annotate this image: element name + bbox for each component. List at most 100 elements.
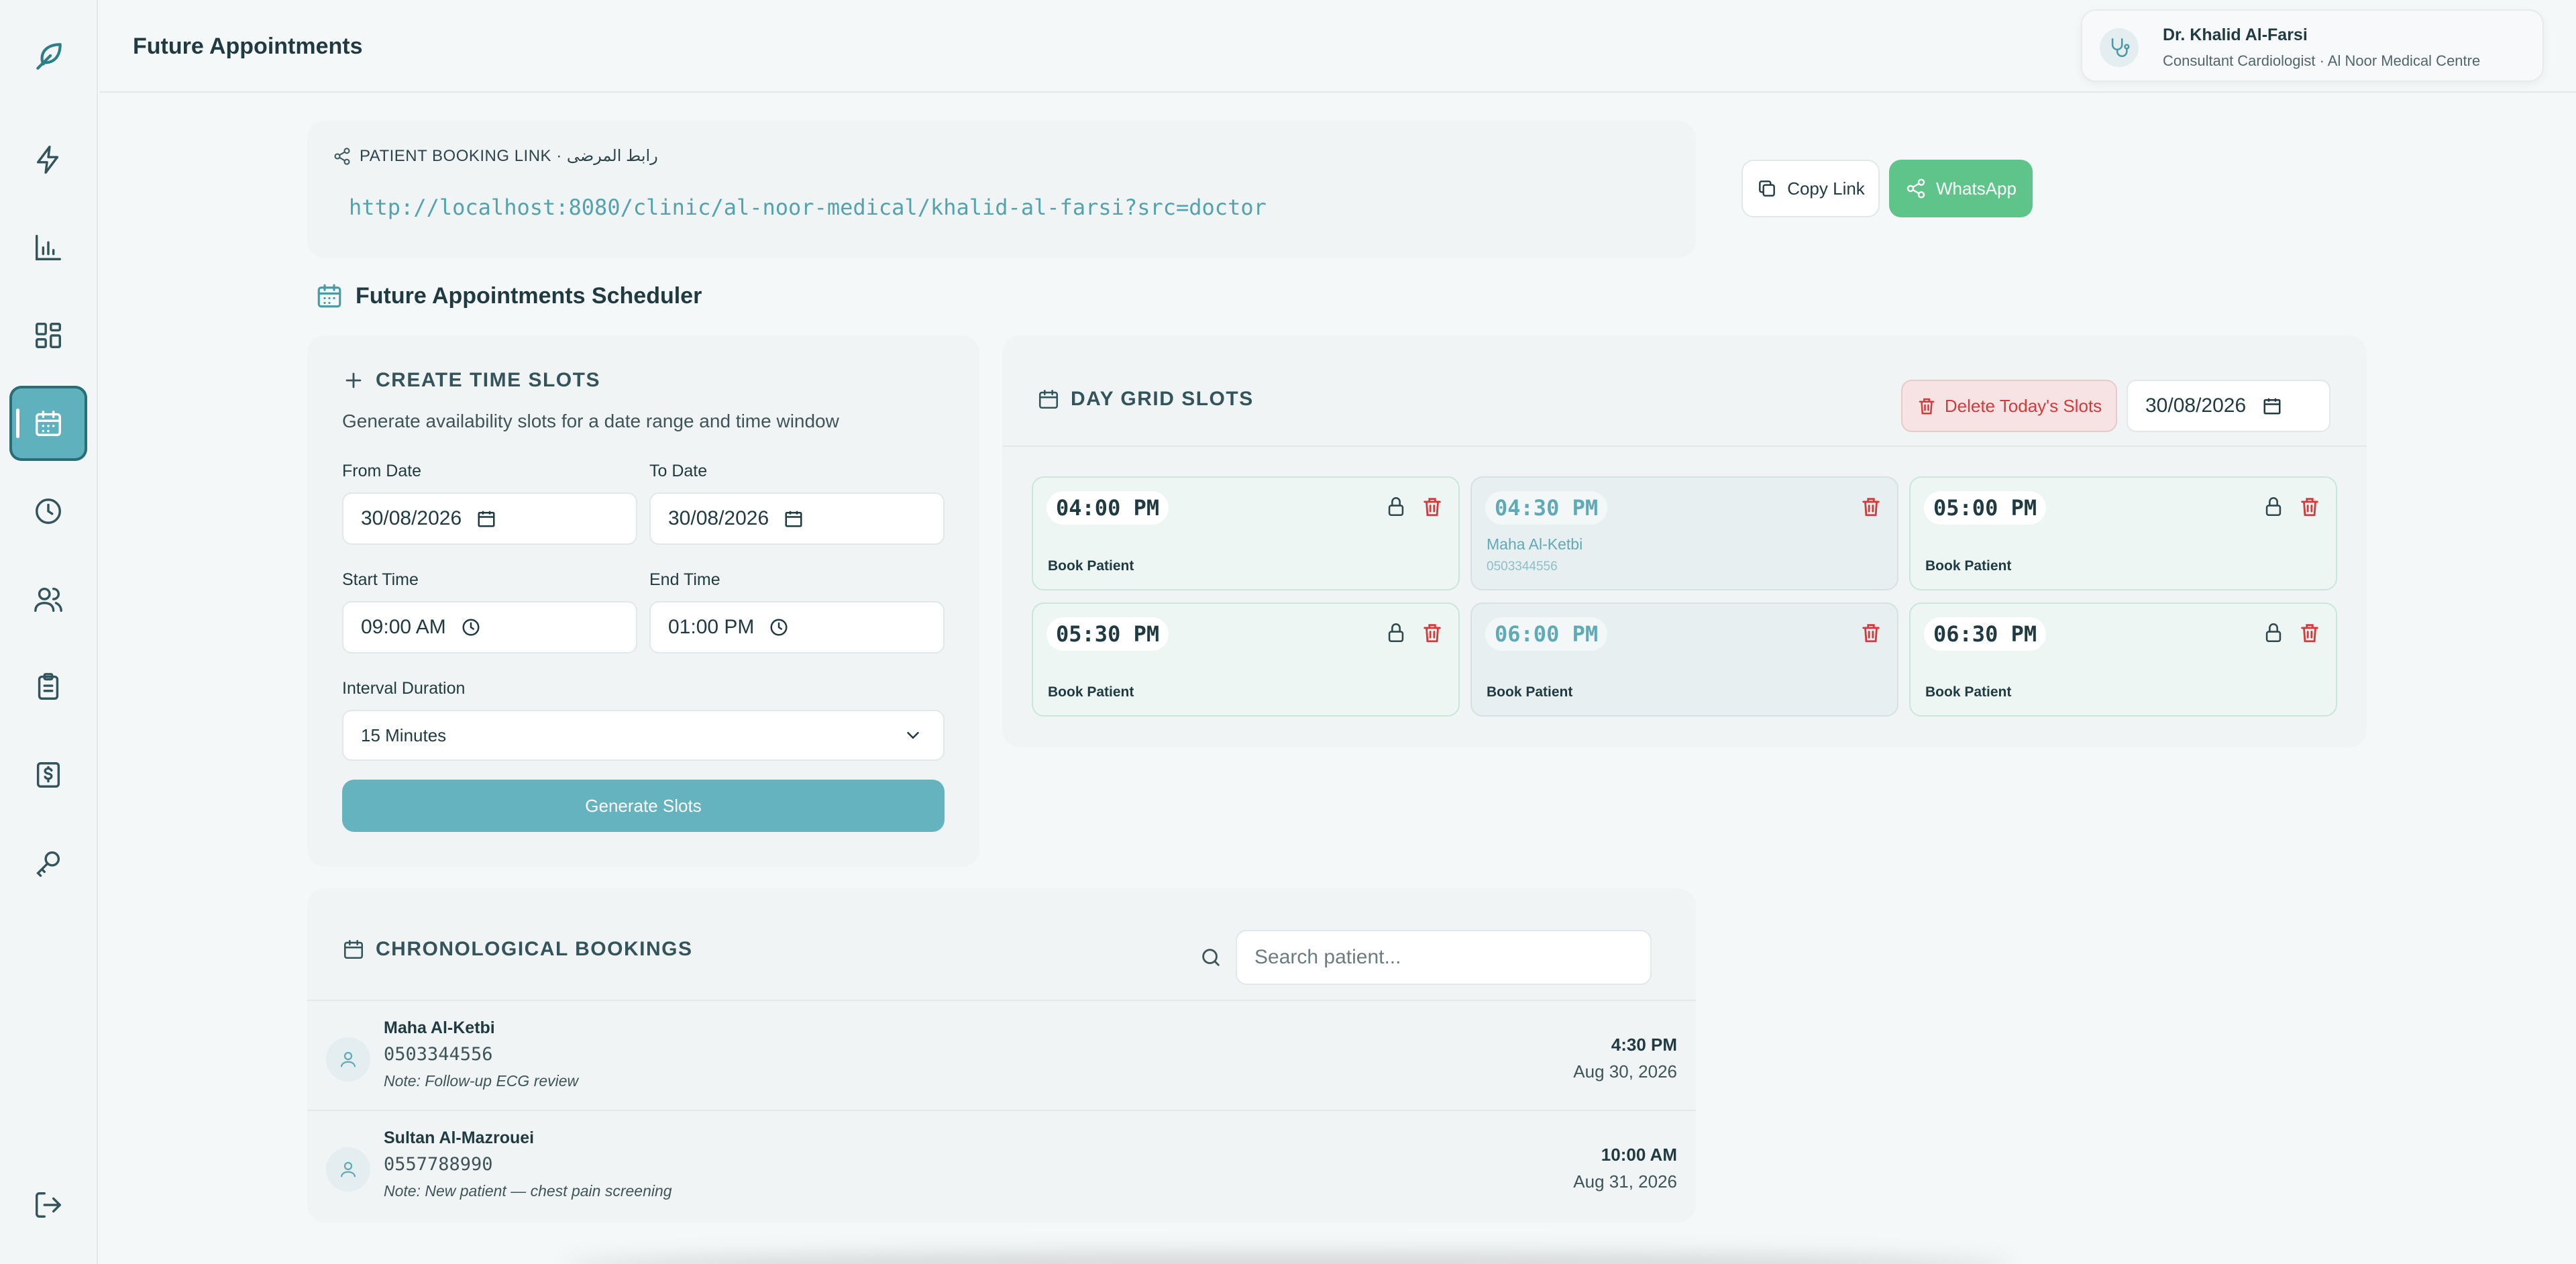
booking-patient-phone: 0557788990 (384, 1154, 493, 1175)
doctor-profile-card[interactable]: Dr. Khalid Al-Farsi Consultant Cardiolog… (2081, 9, 2544, 82)
sidebar (0, 0, 98, 1264)
calendar-icon[interactable] (784, 509, 804, 529)
sidebar-item-dashboard[interactable] (9, 298, 87, 373)
booking-row[interactable]: Maha Al-Ketbi 0503344556 Note: Follow-up… (307, 1001, 1696, 1110)
sidebar-item-patients[interactable] (9, 562, 87, 637)
slot-card[interactable]: 05:30 PM Book Patient (1032, 602, 1460, 717)
divider (1002, 445, 2367, 447)
trash-icon[interactable] (2298, 495, 2321, 518)
create-slots-title: CREATE TIME SLOTS (376, 369, 600, 391)
interval-select[interactable]: 15 Minutes (342, 710, 945, 761)
sidebar-item-appointments[interactable] (9, 386, 87, 461)
slot-patient-phone: 0503344556 (1487, 560, 1558, 574)
trash-icon[interactable] (1421, 621, 1444, 644)
bookings-title: CHRONOLOGICAL BOOKINGS (376, 938, 693, 960)
top-bar: Future Appointments Dr. Khalid Al-Farsi … (99, 0, 2576, 93)
book-patient-link[interactable]: Book Patient (1925, 684, 2011, 700)
bolt-icon (36, 146, 59, 174)
lock-icon[interactable] (1385, 495, 1407, 518)
start-time-value: 09:00 AM (361, 616, 446, 638)
trash-icon[interactable] (2298, 621, 2321, 644)
grid-icon (36, 323, 61, 348)
sidebar-item-billing[interactable] (9, 737, 87, 812)
slot-card-faded[interactable]: 06:00 PM Book Patient (1470, 602, 1898, 717)
end-time-input[interactable]: 01:00 PM (649, 601, 945, 653)
start-time-input[interactable]: 09:00 AM (342, 601, 637, 653)
booking-time: 4:30 PM (1611, 1035, 1677, 1055)
booking-link-label: PATIENT BOOKING LINK · رابط المرضى (360, 147, 658, 165)
day-grid-date-input[interactable]: 30/08/2026 (2127, 380, 2330, 432)
search-patient-input[interactable]: Search patient... (1236, 930, 1652, 985)
booking-row[interactable]: Sultan Al-Mazrouei 0557788990 Note: New … (307, 1111, 1696, 1220)
delete-label: Delete Today's Slots (1944, 395, 2102, 416)
book-patient-link[interactable]: Book Patient (1048, 558, 1134, 574)
sidebar-item-activity[interactable] (9, 122, 87, 197)
to-date-input[interactable]: 30/08/2026 (649, 492, 945, 545)
booking-date: Aug 31, 2026 (1573, 1171, 1677, 1192)
bottom-shadow (564, 1253, 2012, 1264)
start-time-label: Start Time (342, 570, 419, 589)
sidebar-item-analytics[interactable] (9, 210, 87, 285)
clock-icon[interactable] (461, 617, 481, 637)
bookings-panel: CHRONOLOGICAL BOOKINGS Search patient...… (307, 888, 1696, 1222)
interval-value: 15 Minutes (361, 725, 447, 745)
book-patient-link[interactable]: Book Patient (1487, 684, 1572, 700)
book-patient-link[interactable]: Book Patient (1048, 684, 1134, 700)
day-grid-heading: DAY GRID SLOTS (1037, 388, 1254, 411)
copy-link-button[interactable]: Copy Link (1741, 160, 1880, 217)
slot-card[interactable]: 06:30 PM Book Patient (1909, 602, 2337, 717)
trash-icon[interactable] (1860, 495, 1882, 518)
key-icon (36, 851, 60, 877)
sidebar-item-history[interactable] (9, 474, 87, 549)
booking-link-card: PATIENT BOOKING LINK · رابط المرضى http:… (307, 121, 1696, 258)
dollar-icon (36, 762, 60, 788)
trash-icon[interactable] (1860, 621, 1882, 644)
clock-icon[interactable] (769, 617, 789, 637)
calendar-icon (317, 284, 341, 308)
end-time-value: 01:00 PM (668, 616, 755, 638)
clipboard-icon (38, 673, 59, 700)
doctor-role: Consultant Cardiologist · Al Noor Medica… (2163, 52, 2481, 69)
book-patient-link[interactable]: Book Patient (1925, 558, 2011, 574)
generate-slots-button[interactable]: Generate Slots (342, 780, 945, 832)
slot-time: 06:00 PM (1485, 617, 1608, 651)
lock-icon[interactable] (1385, 621, 1407, 644)
whatsapp-label: WhatsApp (1936, 178, 2017, 199)
calendar-icon (343, 939, 364, 959)
lock-icon[interactable] (2262, 495, 2285, 518)
create-slots-heading: CREATE TIME SLOTS (342, 369, 600, 392)
whatsapp-share-button[interactable]: WhatsApp (1889, 160, 2033, 217)
slot-card[interactable]: 04:00 PM Book Patient (1032, 476, 1460, 590)
copy-link-label: Copy Link (1787, 178, 1865, 199)
logout-icon (36, 1192, 61, 1218)
create-slots-panel: CREATE TIME SLOTS Generate availability … (307, 335, 979, 867)
chevron-down-icon (907, 732, 919, 739)
slot-time: 05:00 PM (1924, 491, 2047, 525)
end-time-label: End Time (649, 570, 720, 589)
booking-link-url[interactable]: http://localhost:8080/clinic/al-noor-med… (349, 195, 1267, 220)
from-date-label: From Date (342, 462, 422, 480)
sidebar-item-logout[interactable] (9, 1167, 87, 1243)
slot-time: 04:00 PM (1046, 491, 1169, 525)
slot-card[interactable]: 05:00 PM Book Patient (1909, 476, 2337, 590)
slot-time: 05:30 PM (1046, 617, 1169, 651)
trash-icon[interactable] (1421, 495, 1444, 518)
sidebar-item-access[interactable] (9, 825, 87, 900)
from-date-input[interactable]: 30/08/2026 (342, 492, 637, 545)
calendar-icon[interactable] (2262, 396, 2282, 416)
create-slots-subtitle: Generate availability slots for a date r… (342, 411, 839, 431)
interval-label: Interval Duration (342, 679, 466, 698)
booking-date: Aug 30, 2026 (1573, 1061, 1677, 1082)
lock-icon[interactable] (2262, 621, 2285, 644)
sidebar-item-records[interactable] (9, 649, 87, 725)
to-date-value: 30/08/2026 (668, 507, 769, 529)
doctor-name: Dr. Khalid Al-Farsi (2163, 25, 2308, 44)
day-grid-panel: DAY GRID SLOTS Delete Today's Slots 30/0… (1002, 335, 2367, 747)
from-date-value: 30/08/2026 (361, 507, 462, 529)
leaf-logo-icon[interactable] (32, 39, 66, 72)
slot-card-booked[interactable]: 04:30 PM Maha Al-Ketbi 0503344556 (1470, 476, 1898, 590)
booking-patient-name: Sultan Al-Mazrouei (384, 1128, 535, 1147)
booking-time: 10:00 AM (1601, 1145, 1677, 1165)
calendar-icon[interactable] (476, 509, 496, 529)
delete-todays-slots-button[interactable]: Delete Today's Slots (1901, 380, 2117, 432)
